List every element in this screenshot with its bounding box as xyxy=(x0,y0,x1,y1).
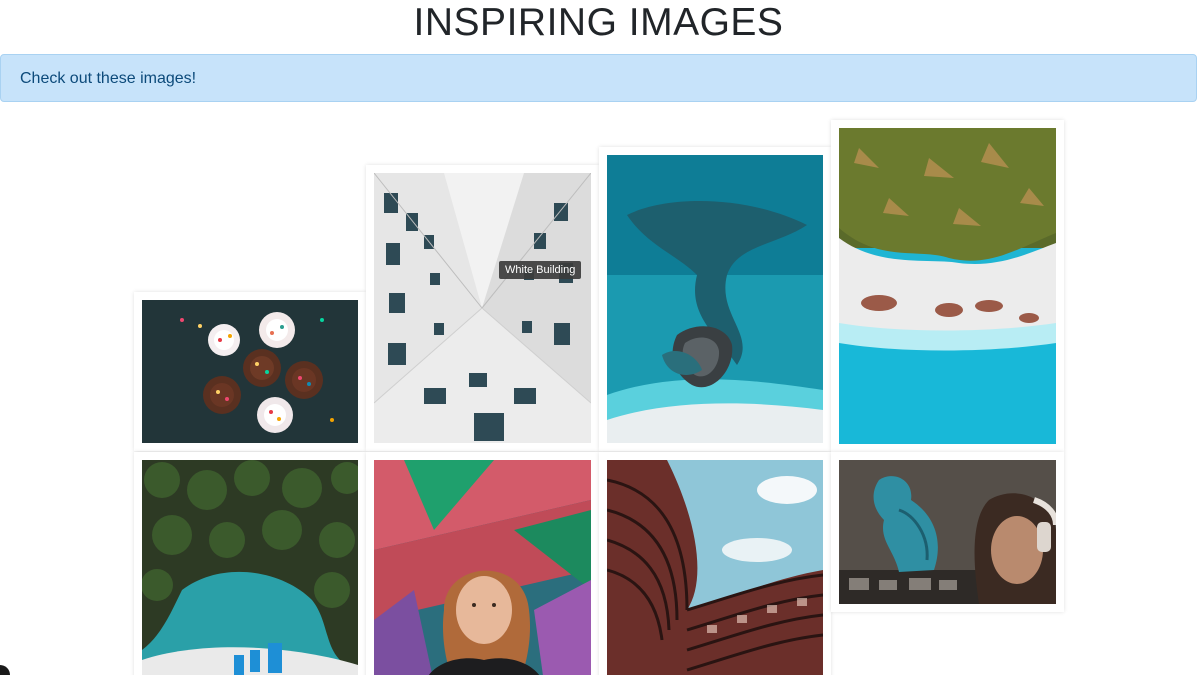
palm-beach-image[interactable] xyxy=(839,128,1056,444)
page: INSPIRING IMAGES Check out these images! xyxy=(0,0,1197,675)
gallery-card-palm-beach[interactable] xyxy=(831,120,1064,452)
mural-headphones-image[interactable] xyxy=(839,460,1056,604)
gallery-card-white-building[interactable]: White Building xyxy=(366,165,599,451)
graffiti-portrait-image[interactable] xyxy=(374,460,591,675)
gallery-card-graffiti-portrait[interactable] xyxy=(366,452,599,675)
palm-lagoon-image[interactable] xyxy=(142,460,358,675)
gallery-card-palm-lagoon[interactable] xyxy=(134,452,366,675)
gallery-card-mural-headphones[interactable] xyxy=(831,452,1064,612)
gallery-card-curved-building[interactable] xyxy=(599,452,831,675)
info-alert: Check out these images! xyxy=(0,54,1197,102)
white-building-image[interactable] xyxy=(374,173,591,443)
curved-building-image[interactable] xyxy=(607,460,823,675)
window-corner xyxy=(0,665,10,675)
image-tooltip: White Building xyxy=(499,261,582,279)
reef-aerial-image[interactable] xyxy=(607,155,823,443)
cupcakes-image[interactable] xyxy=(142,300,358,443)
gallery-card-cupcakes[interactable] xyxy=(134,292,366,451)
gallery-card-reef-aerial[interactable] xyxy=(599,147,831,451)
page-title: INSPIRING IMAGES xyxy=(413,1,784,44)
